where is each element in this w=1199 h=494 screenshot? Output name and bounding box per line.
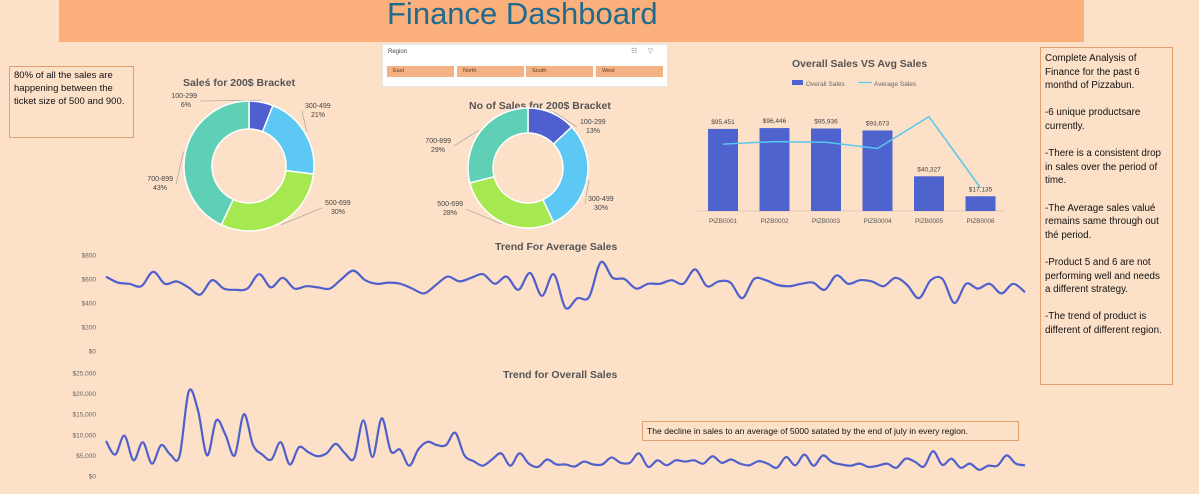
bar-category-label-4: PIZB0005 — [915, 218, 944, 225]
bar-data-label-0: $95,451 — [711, 119, 735, 126]
donut2-percent-label-2: 28% — [443, 210, 457, 217]
bar-category-label-1: PIZB0002 — [760, 218, 789, 225]
bar-data-label-3: $93,673 — [866, 120, 890, 127]
donut1-percent-label-1: 21% — [311, 112, 325, 119]
trend1-y-tick-0: $0 — [89, 349, 97, 356]
donut2-category-label-1: 300-499 — [588, 196, 614, 203]
donut2-category-label-3: 700-899 — [425, 138, 451, 145]
trend2-y-tick-4: $20,000 — [73, 391, 97, 398]
bar-data-label-2: $95,936 — [814, 118, 838, 125]
bar-PIZB0003 — [811, 128, 841, 211]
bar-PIZB0002 — [759, 128, 790, 211]
trend2-y-tick-1: $5,000 — [76, 453, 96, 460]
donut2-category-label-0: 100-299 — [580, 119, 606, 126]
legend-average-label: Average Sales — [874, 81, 917, 88]
trend1-y-tick-3: $600 — [82, 277, 97, 284]
trend2-y-tick-5: $25,000 — [73, 371, 97, 378]
bar-data-label-1: $96,446 — [763, 118, 787, 125]
trend1-y-tick-1: $200 — [82, 325, 97, 332]
bar-category-label-3: PIZB0004 — [863, 218, 892, 225]
donut1-slice-1 — [261, 104, 315, 175]
trend1-line — [105, 260, 1026, 310]
bar-PIZB0005 — [914, 176, 944, 211]
donut1-percent-label-2: 30% — [331, 209, 345, 216]
trend2-y-tick-0: $0 — [89, 474, 97, 481]
donut2-percent-label-1: 30% — [594, 205, 608, 212]
legend-overall-label: Overall Sales — [806, 81, 845, 88]
trend1-y-tick-4: $800 — [82, 253, 97, 260]
bar-category-label-0: PIZB0001 — [709, 218, 738, 225]
donut2-category-label-2: 500-699 — [437, 201, 463, 208]
bar-data-label-4: $40,327 — [917, 166, 941, 173]
donut1-leader-3 — [175, 151, 184, 185]
donut1-category-label-0: 100-299 — [171, 93, 197, 100]
bar-PIZB0006 — [965, 196, 996, 211]
donut1-category-label-3: 700-899 — [147, 176, 173, 183]
donut1-category-label-1: 300-499 — [305, 103, 331, 110]
trend2-y-tick-2: $10,000 — [73, 432, 97, 439]
donut1-category-label-2: 500-699 — [325, 200, 351, 207]
trend2-y-tick-3: $15,000 — [73, 412, 97, 419]
charts-canvas: 100-299 6% 300-499 21% 500-699 30% 700-899 43% 1… — [73, 80, 1026, 481]
donut2-slice-2 — [468, 175, 555, 229]
donut1-slice-2 — [220, 169, 315, 232]
bar-PIZB0001 — [708, 128, 738, 211]
donut2-slice-3 — [467, 107, 529, 184]
trend2-line — [105, 388, 1026, 471]
trend1-y-tick-2: $400 — [82, 301, 97, 308]
bar-category-label-5: PIZB0006 — [966, 218, 995, 225]
donut2-percent-label-0: 13% — [586, 128, 600, 135]
donut1-percent-label-3: 43% — [153, 185, 167, 192]
donut1-percent-label-0: 6% — [181, 102, 191, 109]
legend-overall-swatch — [792, 80, 803, 85]
bar-category-label-2: PIZB0003 — [812, 218, 841, 225]
donut2-percent-label-3: 29% — [431, 147, 445, 154]
